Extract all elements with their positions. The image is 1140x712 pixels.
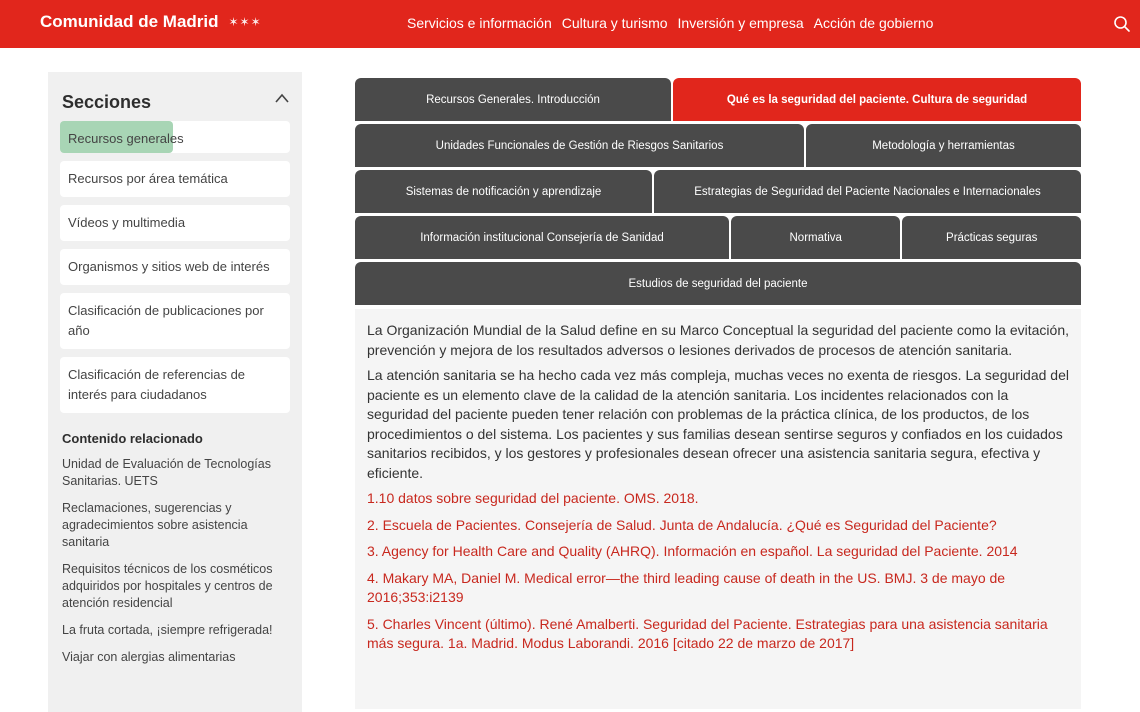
section-label: Recursos generales xyxy=(68,131,184,146)
tab-content-panel: La Organización Mundial de la Salud defi… xyxy=(355,309,1081,709)
section-label: Organismos y sitios web de interés xyxy=(68,259,270,274)
section-label: Clasificación de referencias de interés … xyxy=(68,367,246,402)
tab-estudios[interactable]: Estudios de seguridad del paciente xyxy=(355,262,1081,305)
content-paragraph: La Organización Mundial de la Salud defi… xyxy=(367,322,1069,358)
content-paragraph: La atención sanitaria se ha hecho cada v… xyxy=(367,367,1069,481)
nav-item-gobierno[interactable]: Acción de gobierno xyxy=(814,15,934,31)
section-recursos-area[interactable]: Recursos por área temática xyxy=(60,161,290,197)
brand-stars-icon: ✶✶✶ xyxy=(228,15,262,29)
section-referencias[interactable]: Clasificación de referencias de interés … xyxy=(60,357,290,413)
brand-logo[interactable]: Comunidad de Madrid ✶✶✶ xyxy=(40,12,262,32)
tab-informacion-institucional[interactable]: Información institucional Consejería de … xyxy=(355,216,729,259)
tab-row: Unidades Funcionales de Gestión de Riesg… xyxy=(355,124,1081,167)
content-tabs: Recursos Generales. Introducción Qué es … xyxy=(355,78,1081,308)
brand-name[interactable]: Comunidad de Madrid xyxy=(40,12,219,32)
section-label: Vídeos y multimedia xyxy=(68,215,186,230)
section-label: Recursos por área temática xyxy=(68,171,228,186)
sidebar: Secciones Recursos generales Recursos po… xyxy=(48,72,302,712)
related-link[interactable]: Requisitos técnicos de los cosméticos ad… xyxy=(62,561,292,612)
reference-link[interactable]: 2. Escuela de Pacientes. Consejería de S… xyxy=(367,516,1069,536)
tab-unidades-funcionales[interactable]: Unidades Funcionales de Gestión de Riesg… xyxy=(355,124,804,167)
section-publicaciones[interactable]: Clasificación de publicaciones por año xyxy=(60,293,290,349)
tab-que-es-seguridad[interactable]: Qué es la seguridad del paciente. Cultur… xyxy=(673,78,1081,121)
reference-link[interactable]: 1.10 datos sobre seguridad del paciente.… xyxy=(367,489,1069,509)
related-content-list: Unidad de Evaluación de Tecnologías Sani… xyxy=(62,456,292,676)
related-link[interactable]: La fruta cortada, ¡siempre refrigerada! xyxy=(62,622,292,639)
top-header-bar: Comunidad de Madrid ✶✶✶ Servicios e info… xyxy=(0,0,1140,48)
tab-normativa[interactable]: Normativa xyxy=(730,216,901,259)
tab-row: Recursos Generales. Introducción Qué es … xyxy=(355,78,1081,121)
sections-title: Secciones xyxy=(62,92,152,112)
nav-item-servicios[interactable]: Servicios e información xyxy=(407,15,552,31)
tab-estrategias[interactable]: Estrategias de Seguridad del Paciente Na… xyxy=(654,170,1081,213)
tab-row: Información institucional Consejería de … xyxy=(355,216,1081,259)
section-label: Clasificación de publicaciones por año xyxy=(68,303,264,338)
main-nav: Servicios e información Cultura y turism… xyxy=(407,15,943,31)
related-content-title: Contenido relacionado xyxy=(62,431,203,446)
related-link[interactable]: Reclamaciones, sugerencias y agradecimie… xyxy=(62,500,292,551)
section-organismos[interactable]: Organismos y sitios web de interés xyxy=(60,249,290,285)
related-link[interactable]: Unidad de Evaluación de Tecnologías Sani… xyxy=(62,456,292,490)
nav-item-cultura[interactable]: Cultura y turismo xyxy=(562,15,668,31)
tab-metodologia[interactable]: Metodología y herramientas xyxy=(806,124,1081,167)
tab-row: Estudios de seguridad del paciente xyxy=(355,262,1081,305)
reference-link[interactable]: 5. Charles Vincent (último). René Amalbe… xyxy=(367,615,1069,654)
nav-item-inversion[interactable]: Inversión y empresa xyxy=(678,15,804,31)
section-recursos-generales[interactable]: Recursos generales xyxy=(60,121,290,153)
related-link[interactable]: Viajar con alergias alimentarias xyxy=(62,649,292,666)
tab-row: Sistemas de notificación y aprendizaje E… xyxy=(355,170,1081,213)
reference-link[interactable]: 4. Makary MA, Daniel M. Medical error—th… xyxy=(367,569,1069,608)
tab-practicas-seguras[interactable]: Prácticas seguras xyxy=(902,216,1081,259)
reference-link[interactable]: 3. Agency for Health Care and Quality (A… xyxy=(367,542,1069,562)
tab-sistemas-notificacion[interactable]: Sistemas de notificación y aprendizaje xyxy=(355,170,652,213)
tab-recursos-generales[interactable]: Recursos Generales. Introducción xyxy=(355,78,671,121)
section-videos[interactable]: Vídeos y multimedia xyxy=(60,205,290,241)
sections-list: Recursos generales Recursos por área tem… xyxy=(60,121,290,421)
search-icon[interactable] xyxy=(1113,15,1131,33)
chevron-up-icon[interactable] xyxy=(274,92,290,104)
